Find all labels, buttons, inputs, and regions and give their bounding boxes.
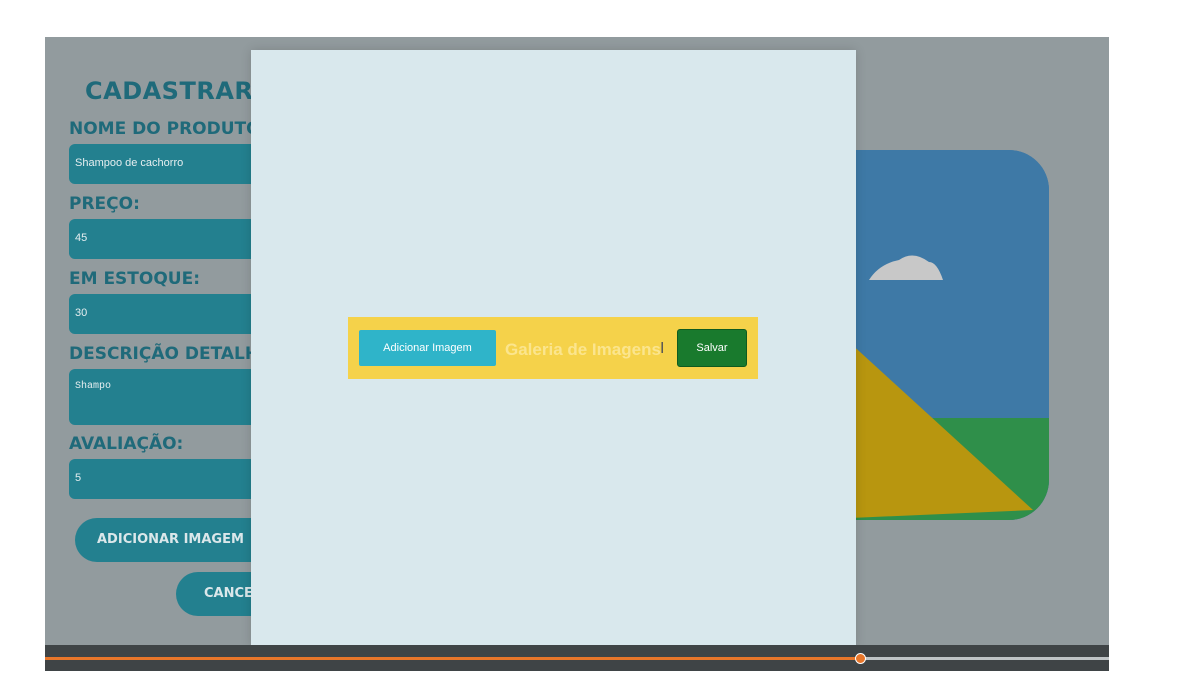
save-button[interactable]: Salvar [677,329,747,367]
gallery-toolbar: Adicionar Imagem Galeria de Imagens I Sa… [348,317,758,379]
product-name-label: NOME DO PRODUTO: [69,119,268,139]
video-player-controls [45,645,1109,671]
add-image-button[interactable]: Adicionar Imagem [359,330,496,366]
text-cursor-icon: I [660,339,665,357]
progress-handle[interactable] [855,653,867,664]
price-label: PREÇO: [69,194,140,214]
stock-label: EM ESTOQUE: [69,269,201,289]
video-frame: CADASTRAR NOME DO PRODUTO: Shampoo de ca… [45,37,1109,671]
progress-fill [45,657,861,660]
rating-label: AVALIAÇÃO: [69,434,184,454]
image-gallery-modal: Adicionar Imagem Galeria de Imagens I Sa… [251,50,856,647]
form-title: CADASTRAR [85,77,254,105]
gallery-title: Galeria de Imagens [505,340,661,359]
